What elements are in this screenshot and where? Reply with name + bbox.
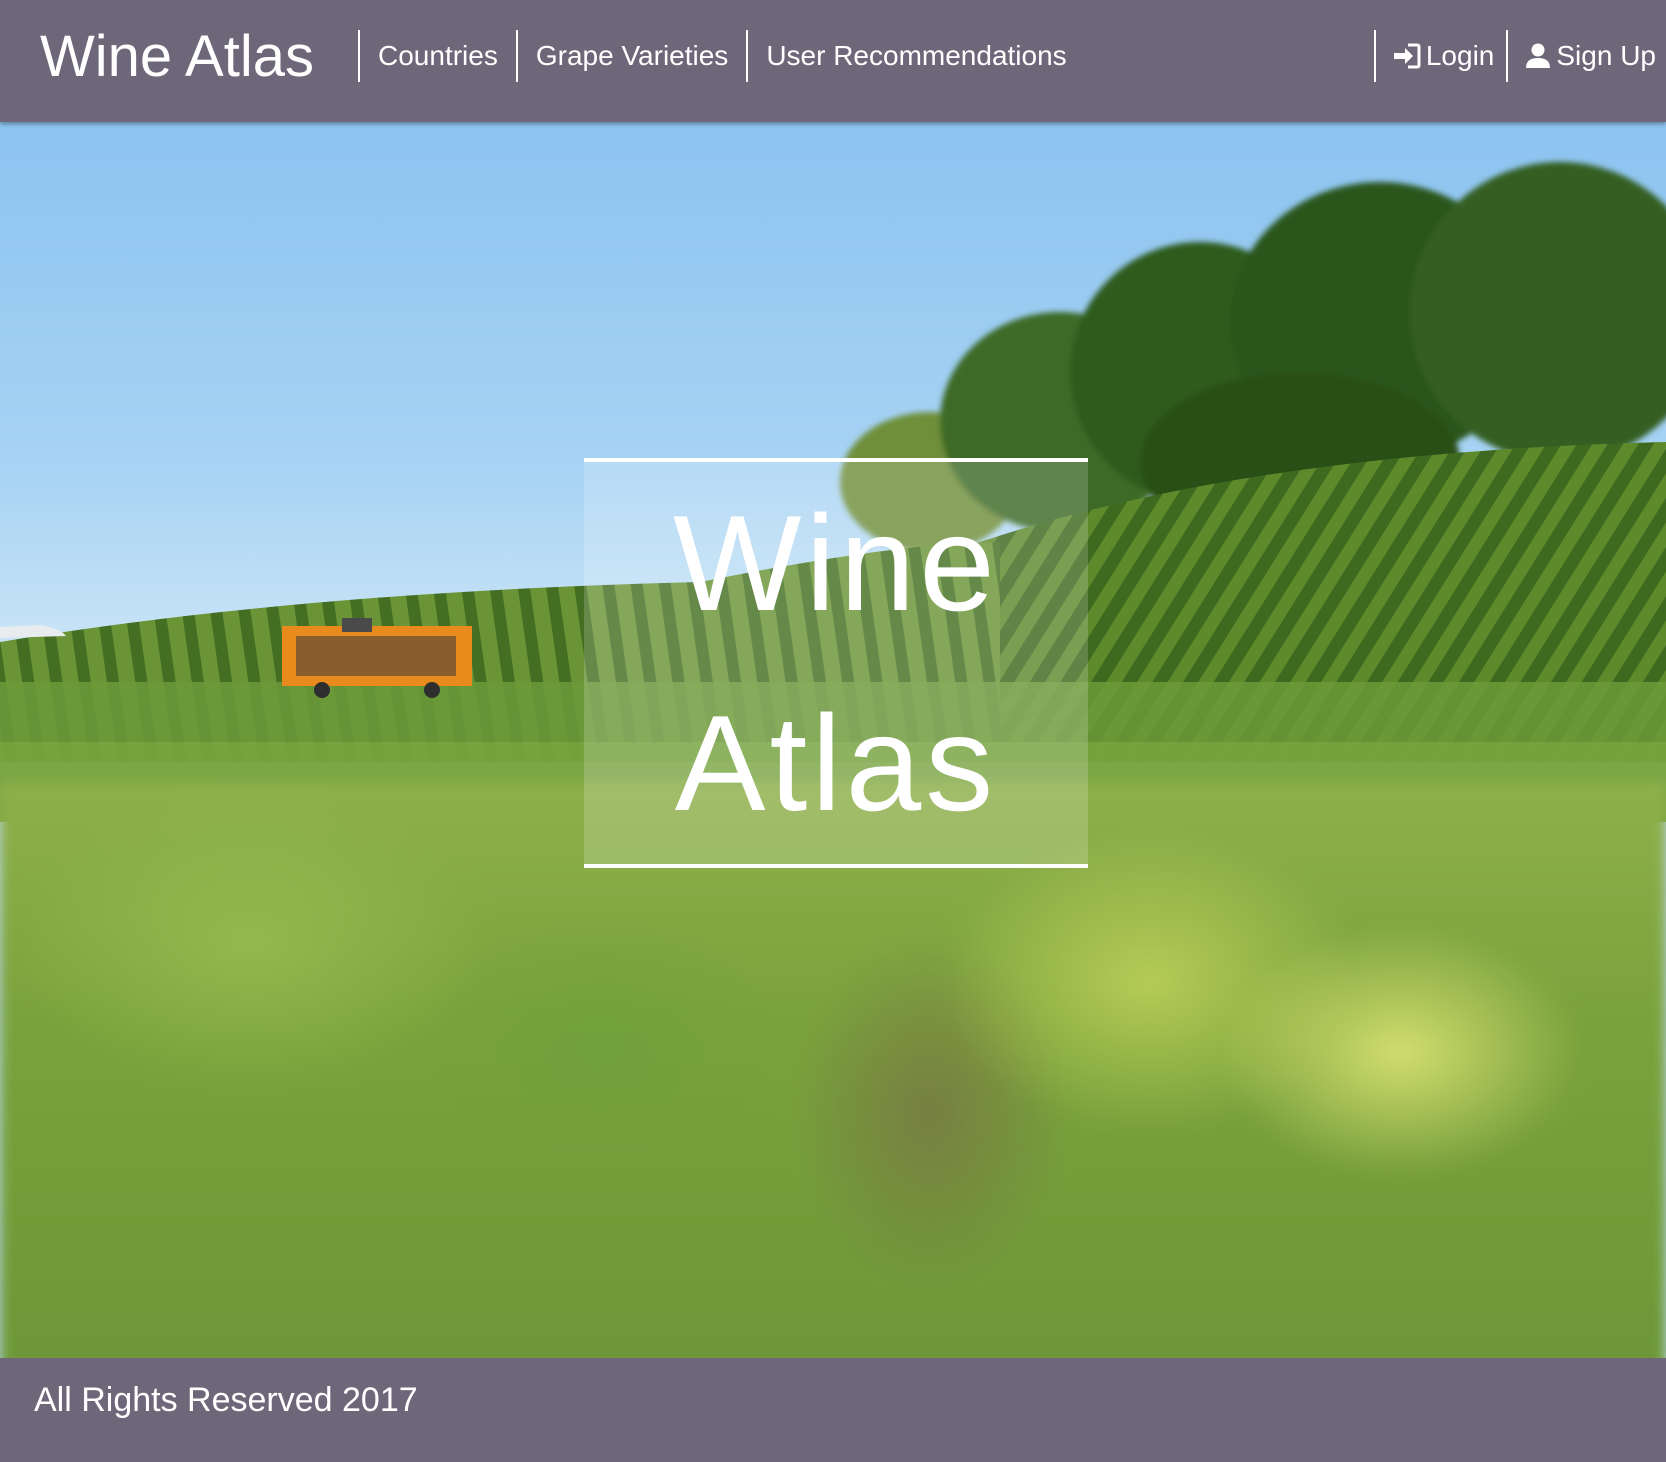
vineyard-foreground bbox=[0, 782, 1666, 1358]
account-nav: Login Sign Up bbox=[1373, 30, 1666, 82]
page-footer: All Rights Reserved 2017 bbox=[0, 1358, 1666, 1462]
hero-section: Wine Atlas bbox=[0, 122, 1666, 1358]
signup-label: Sign Up bbox=[1556, 40, 1656, 71]
harvester-image bbox=[282, 618, 472, 698]
hero-title-box: Wine Atlas bbox=[584, 458, 1088, 868]
nav-link-countries[interactable]: Countries bbox=[358, 30, 516, 82]
nav-link-user-recommendations[interactable]: User Recommendations bbox=[746, 30, 1084, 82]
copyright-text: All Rights Reserved 2017 bbox=[34, 1381, 418, 1419]
nav-link-grape-varieties[interactable]: Grape Varieties bbox=[515, 30, 746, 82]
login-link[interactable]: Login bbox=[1373, 30, 1507, 82]
user-icon bbox=[1524, 42, 1552, 70]
brand-logo-link[interactable]: Wine Atlas bbox=[40, 22, 314, 92]
hero-title-line-1: Wine bbox=[673, 487, 999, 639]
hero-title-line-2: Atlas bbox=[674, 687, 998, 839]
login-icon bbox=[1392, 42, 1422, 70]
main-nav: Countries Grape Varieties User Recommend… bbox=[358, 30, 1085, 82]
login-label: Login bbox=[1425, 40, 1495, 71]
signup-link[interactable]: Sign Up bbox=[1506, 30, 1666, 82]
top-navbar: Wine Atlas Countries Grape Varieties Use… bbox=[0, 0, 1666, 122]
